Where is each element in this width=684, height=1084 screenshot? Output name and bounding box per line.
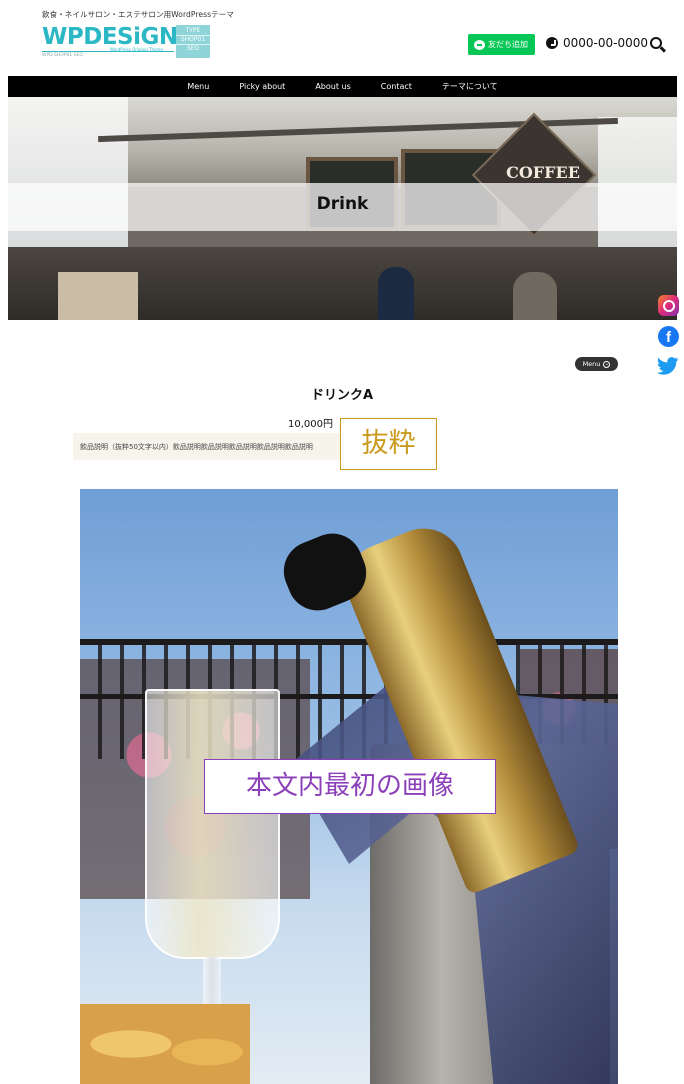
hero-banner: COFFEE Drink <box>8 97 677 320</box>
nav-item-about-us[interactable]: About us <box>300 82 365 91</box>
hero-person <box>513 272 557 320</box>
main-nav: Menu Picky about About us Contact テーマについ… <box>8 76 677 97</box>
twitter-icon[interactable] <box>657 357 679 375</box>
image-railing-top <box>80 639 618 645</box>
phone-text: 0000-00-0000 <box>563 36 649 50</box>
hero-crate <box>58 272 138 320</box>
instagram-icon[interactable] <box>658 295 679 316</box>
hero-window-left <box>8 97 128 257</box>
line-add-friend-button[interactable]: 友だち追加 <box>468 34 535 55</box>
floating-menu-button[interactable]: Menu ⌄ <box>575 357 618 371</box>
logo-type-line: TYPE <box>176 27 210 36</box>
facebook-icon[interactable]: f <box>658 326 679 347</box>
site-tagline: 飲食・ネイルサロン・エステサロン用WordPressテーマ <box>42 10 234 19</box>
line-icon <box>474 39 485 50</box>
logo-type-line: SHOP01 <box>176 36 210 45</box>
line-button-label: 友だち追加 <box>488 40 528 49</box>
nav-item-picky-about[interactable]: Picky about <box>224 82 300 91</box>
chevron-circle-icon: ⌄ <box>603 360 611 368</box>
search-icon[interactable] <box>650 37 662 49</box>
nav-item-contact[interactable]: Contact <box>366 82 427 91</box>
logo-type-badge: TYPE SHOP01 SEO <box>176 25 210 58</box>
body-image-annotation-label: 本文内最初の画像 <box>204 759 496 814</box>
excerpt-annotation-label: 抜粋 <box>340 418 437 470</box>
phone-icon <box>546 37 558 49</box>
site-logo[interactable]: WPDESiGN WordPress Original Theme WPD SH… <box>42 24 212 60</box>
image-glass-bowl <box>145 689 280 959</box>
image-chips <box>80 1004 250 1084</box>
hero-coffee-sign-text: COFFEE <box>506 163 580 182</box>
phone-number[interactable]: 0000-00-0000 <box>546 36 648 50</box>
nav-item-theme[interactable]: テーマについて <box>427 81 513 92</box>
logo-type-line: SEO <box>186 45 200 52</box>
product-title: ドリンクA <box>310 388 374 403</box>
product-price: 10,000円 <box>288 419 333 430</box>
floating-menu-label: Menu <box>582 360 601 368</box>
logo-subtitle: WordPress Original Theme <box>110 47 163 52</box>
product-excerpt: 飲品説明（抜粋50文字以内）飲品説明飲品説明飲品説明飲品説明飲品説明 <box>73 433 343 460</box>
hero-person <box>378 267 414 320</box>
nav-item-menu[interactable]: Menu <box>172 82 224 91</box>
logo-caption: WPD SHOP01 SEO <box>42 53 83 58</box>
hero-title: Drink <box>316 194 369 214</box>
